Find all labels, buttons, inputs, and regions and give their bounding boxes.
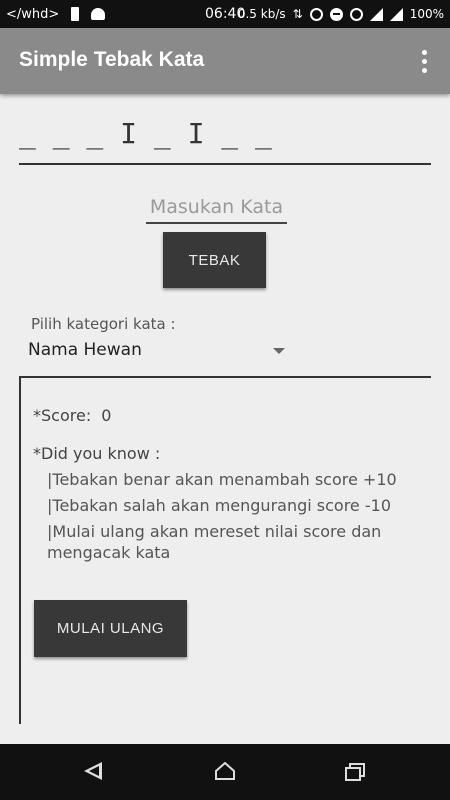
guess-input[interactable]: [146, 192, 287, 224]
android-icon: [91, 8, 106, 20]
home-icon[interactable]: [214, 762, 236, 780]
tip-item: |Tebakan salah akan mengurangi score -10: [47, 496, 391, 515]
alarm-icon: [349, 7, 363, 21]
network-speed: 0.5 kb/s: [237, 7, 286, 21]
status-bar: </whd> 06:40 0.5 kb/s ⇅ 100%: [0, 0, 450, 28]
overflow-menu-icon[interactable]: [422, 50, 428, 73]
battery-level: 100%: [409, 7, 444, 21]
signal-icon: [389, 7, 403, 21]
dropdown-arrow-icon: [273, 348, 285, 354]
score-label: *Score:: [33, 406, 92, 425]
category-value: Nama Hewan: [28, 340, 142, 360]
score-row: *Score: 0: [33, 406, 111, 425]
mulai-ulang-button[interactable]: MULAI ULANG: [34, 600, 187, 657]
tip-item: |Mulai ulang akan mereset nilai score da…: [47, 522, 382, 562]
status-left-text: </whd>: [6, 6, 60, 22]
word-underline: [19, 163, 431, 165]
data-arrows-icon: ⇅: [292, 7, 303, 21]
tebak-button[interactable]: TEBAK: [163, 232, 266, 288]
category-select[interactable]: Nama Hewan: [20, 336, 300, 368]
did-you-know-title: *Did you know :: [33, 444, 161, 463]
score-value: 0: [101, 406, 112, 425]
dnd-icon: [329, 7, 343, 21]
app-bar: Simple Tebak Kata: [0, 28, 450, 94]
hotspot-icon: [309, 7, 323, 21]
signal-icon: [369, 7, 383, 21]
info-panel: *Score: 0 *Did you know : |Tebakan benar …: [19, 376, 431, 724]
recent-apps-icon[interactable]: [344, 763, 366, 781]
battery-icon: [71, 7, 80, 21]
tip-item: |Tebakan benar akan menambah score +10: [47, 470, 397, 489]
app-title: Simple Tebak Kata: [19, 48, 205, 71]
word-display: _ _ _ I _ I _ _: [19, 117, 272, 150]
category-label: Pilih kategori kata :: [31, 315, 176, 333]
